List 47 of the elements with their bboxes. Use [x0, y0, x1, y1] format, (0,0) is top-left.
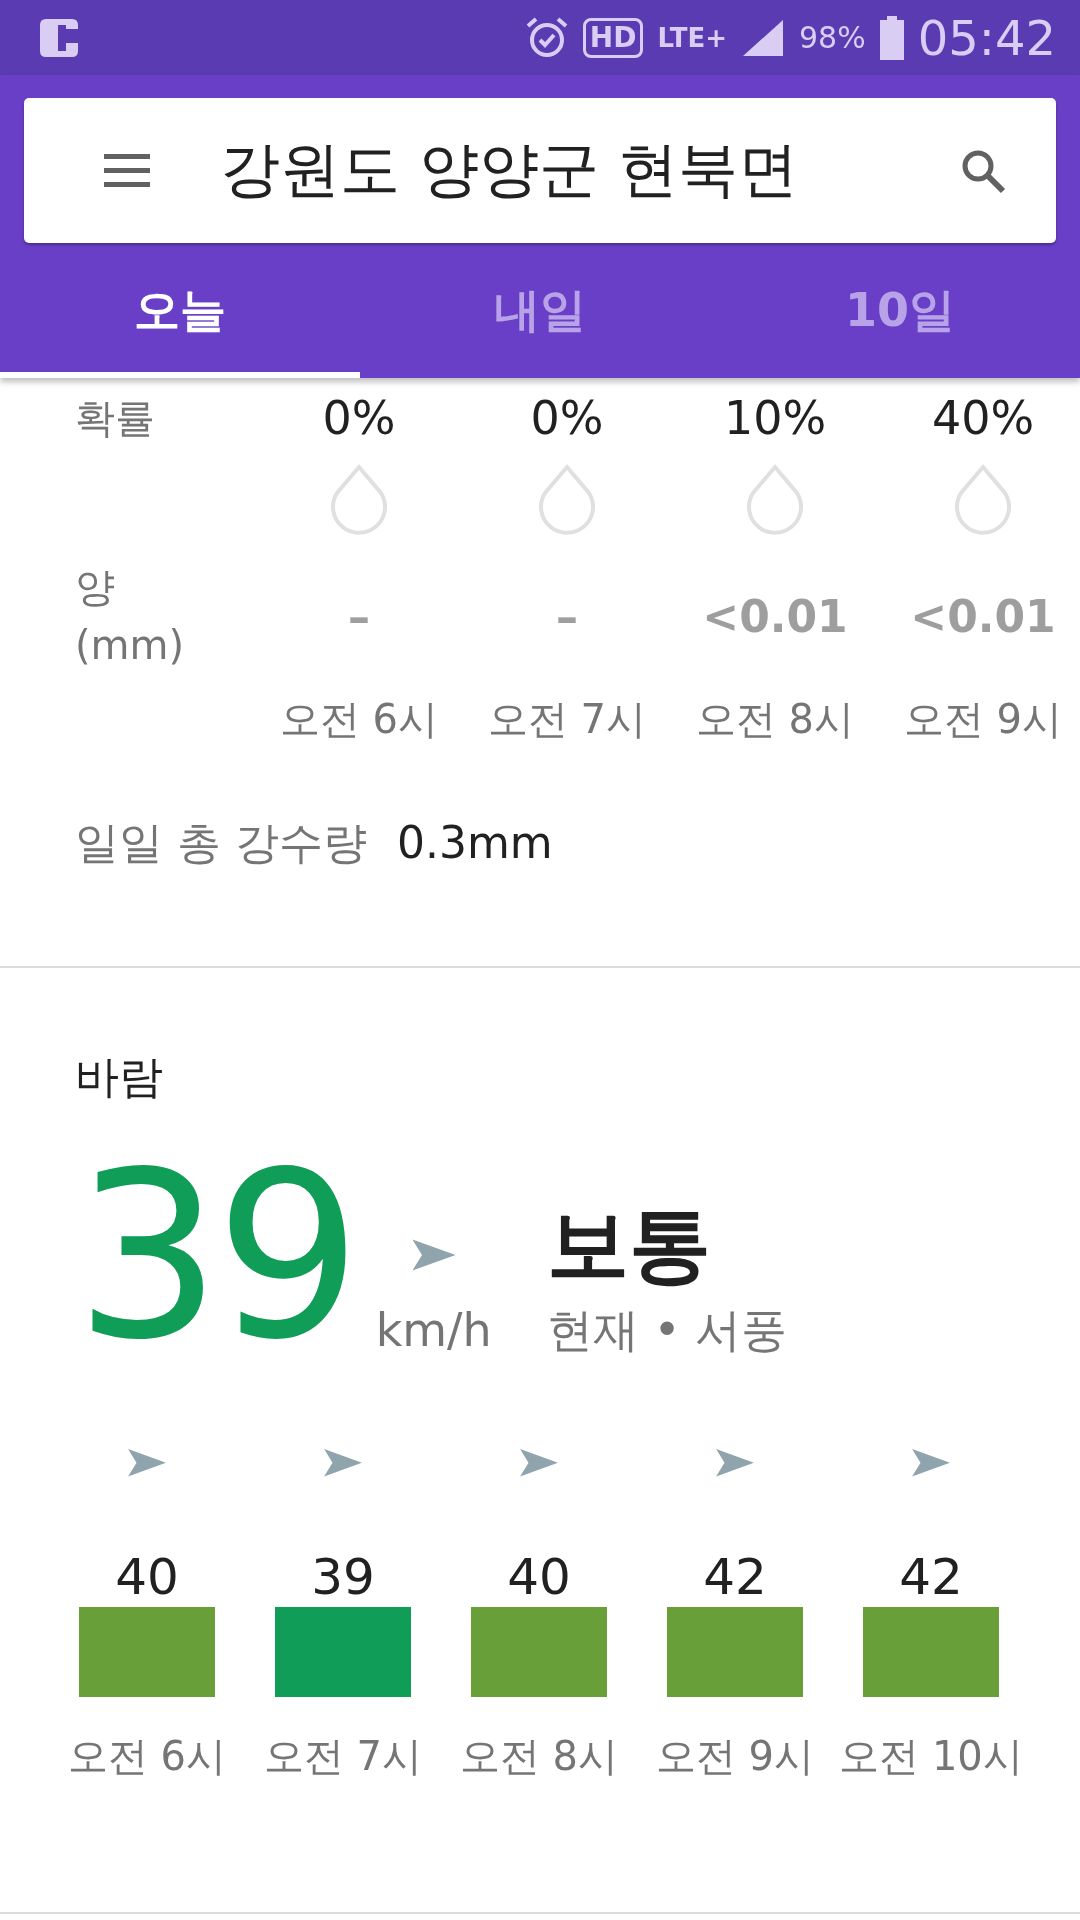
clock-time: 05:42	[917, 9, 1056, 66]
speed-value: 42	[703, 1547, 767, 1607]
wind-direction-icon	[714, 1447, 756, 1479]
section-title: 바람	[75, 1050, 163, 1104]
battery-icon	[879, 15, 904, 60]
wind-direction-icon	[126, 1447, 168, 1479]
hour-label: 오전 8시	[694, 695, 856, 744]
amount-value: –	[347, 590, 371, 642]
tab[interactable]: 오늘	[0, 243, 360, 378]
lte-indicator: LTE+	[657, 22, 727, 53]
speed-unit: km/h	[375, 1303, 492, 1357]
daily-total-value: 0.3mm	[397, 817, 553, 868]
amount-value: <0.01	[909, 590, 1057, 642]
hour-label: 오전 6시	[278, 695, 440, 744]
wind-description: 현재 • 서풍	[546, 1302, 788, 1359]
probability-value: 10%	[722, 390, 828, 447]
menu-icon[interactable]	[104, 153, 150, 188]
signal-icon	[741, 17, 785, 58]
speed-value: 40	[115, 1547, 179, 1607]
amount-label: 양	[75, 563, 116, 612]
battery-percentage: 98%	[799, 20, 866, 55]
speed-value: 39	[311, 1547, 375, 1607]
probability-value: 0%	[529, 390, 605, 447]
alarm-icon	[524, 15, 569, 60]
amount-value: <0.01	[701, 590, 849, 642]
search-field[interactable]: 강원도 양양군 현북면	[24, 98, 1056, 243]
speed-value: 40	[507, 1547, 571, 1607]
amount-unit: (mm)	[75, 621, 186, 670]
wind-speed: 39	[75, 1157, 356, 1357]
probability-value: 40%	[930, 390, 1036, 447]
wind-condition: 보통	[546, 1196, 712, 1294]
wind-direction-icon	[322, 1447, 364, 1479]
probability-value: 0%	[321, 390, 397, 447]
hour-label: 오전 6시	[67, 1732, 227, 1781]
amount-value: –	[555, 590, 579, 642]
hd-voice-indicator: HD	[582, 17, 644, 58]
hour-label: 오전 10시	[839, 1732, 1023, 1781]
daily-total-label: 일일 총 강수량	[75, 816, 367, 870]
probability-label: 확률	[75, 393, 156, 443]
hour-label: 오전 9시	[655, 1732, 815, 1781]
wind-direction-icon	[518, 1447, 560, 1479]
hour-label: 오전 9시	[902, 695, 1064, 744]
hour-label: 오전 7시	[486, 695, 648, 744]
hour-label: 오전 7시	[263, 1732, 423, 1781]
wind-direction-icon	[910, 1447, 952, 1479]
hour-label: 오전 8시	[459, 1732, 619, 1781]
speed-value: 42	[899, 1547, 963, 1607]
